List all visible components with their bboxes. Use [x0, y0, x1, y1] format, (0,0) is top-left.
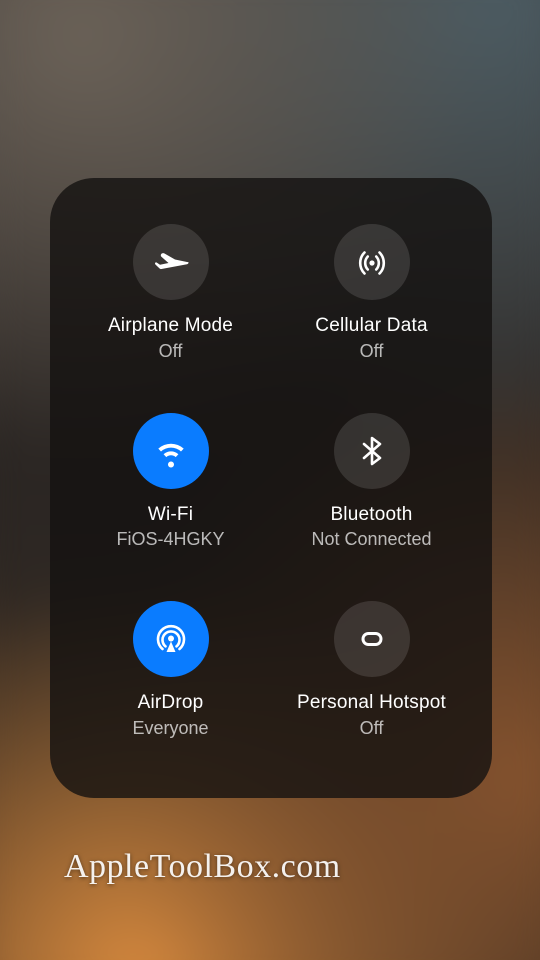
- airdrop-status: Everyone: [132, 717, 208, 740]
- airdrop-icon: [151, 619, 191, 659]
- cellular-antenna-icon: [352, 242, 392, 282]
- bluetooth-label: Bluetooth: [311, 503, 431, 527]
- bluetooth-status: Not Connected: [311, 528, 431, 551]
- bluetooth-toggle[interactable]: [334, 413, 410, 489]
- watermark-text: AppleToolBox.com: [64, 848, 341, 886]
- cellular-data-tile: Cellular Data Off: [275, 218, 468, 393]
- hotspot-chain-icon: [352, 619, 392, 659]
- airplane-mode-tile: Airplane Mode Off: [74, 218, 267, 393]
- wifi-toggle[interactable]: [133, 413, 209, 489]
- airplane-icon: [151, 242, 191, 282]
- airplane-mode-text: Airplane Mode Off: [108, 314, 233, 362]
- airdrop-tile: AirDrop Everyone: [74, 595, 267, 770]
- airdrop-toggle[interactable]: [133, 601, 209, 677]
- bluetooth-tile: Bluetooth Not Connected: [275, 407, 468, 582]
- personal-hotspot-label: Personal Hotspot: [297, 691, 446, 715]
- bluetooth-icon: [352, 431, 392, 471]
- wifi-icon: [151, 431, 191, 471]
- wifi-text: Wi-Fi FiOS-4HGKY: [116, 503, 224, 551]
- wifi-tile: Wi-Fi FiOS-4HGKY: [74, 407, 267, 582]
- cellular-data-toggle[interactable]: [334, 224, 410, 300]
- wifi-status: FiOS-4HGKY: [116, 528, 224, 551]
- personal-hotspot-tile: Personal Hotspot Off: [275, 595, 468, 770]
- wifi-label: Wi-Fi: [116, 503, 224, 527]
- personal-hotspot-text: Personal Hotspot Off: [297, 691, 446, 739]
- cellular-data-status: Off: [315, 340, 427, 363]
- airdrop-text: AirDrop Everyone: [132, 691, 208, 739]
- cellular-data-label: Cellular Data: [315, 314, 427, 338]
- airplane-mode-toggle[interactable]: [133, 224, 209, 300]
- airplane-mode-status: Off: [108, 340, 233, 363]
- connectivity-panel: Airplane Mode Off Cellular Data Off: [50, 178, 492, 798]
- cellular-data-text: Cellular Data Off: [315, 314, 427, 362]
- airdrop-label: AirDrop: [132, 691, 208, 715]
- bluetooth-text: Bluetooth Not Connected: [311, 503, 431, 551]
- personal-hotspot-toggle[interactable]: [334, 601, 410, 677]
- airplane-mode-label: Airplane Mode: [108, 314, 233, 338]
- personal-hotspot-status: Off: [297, 717, 446, 740]
